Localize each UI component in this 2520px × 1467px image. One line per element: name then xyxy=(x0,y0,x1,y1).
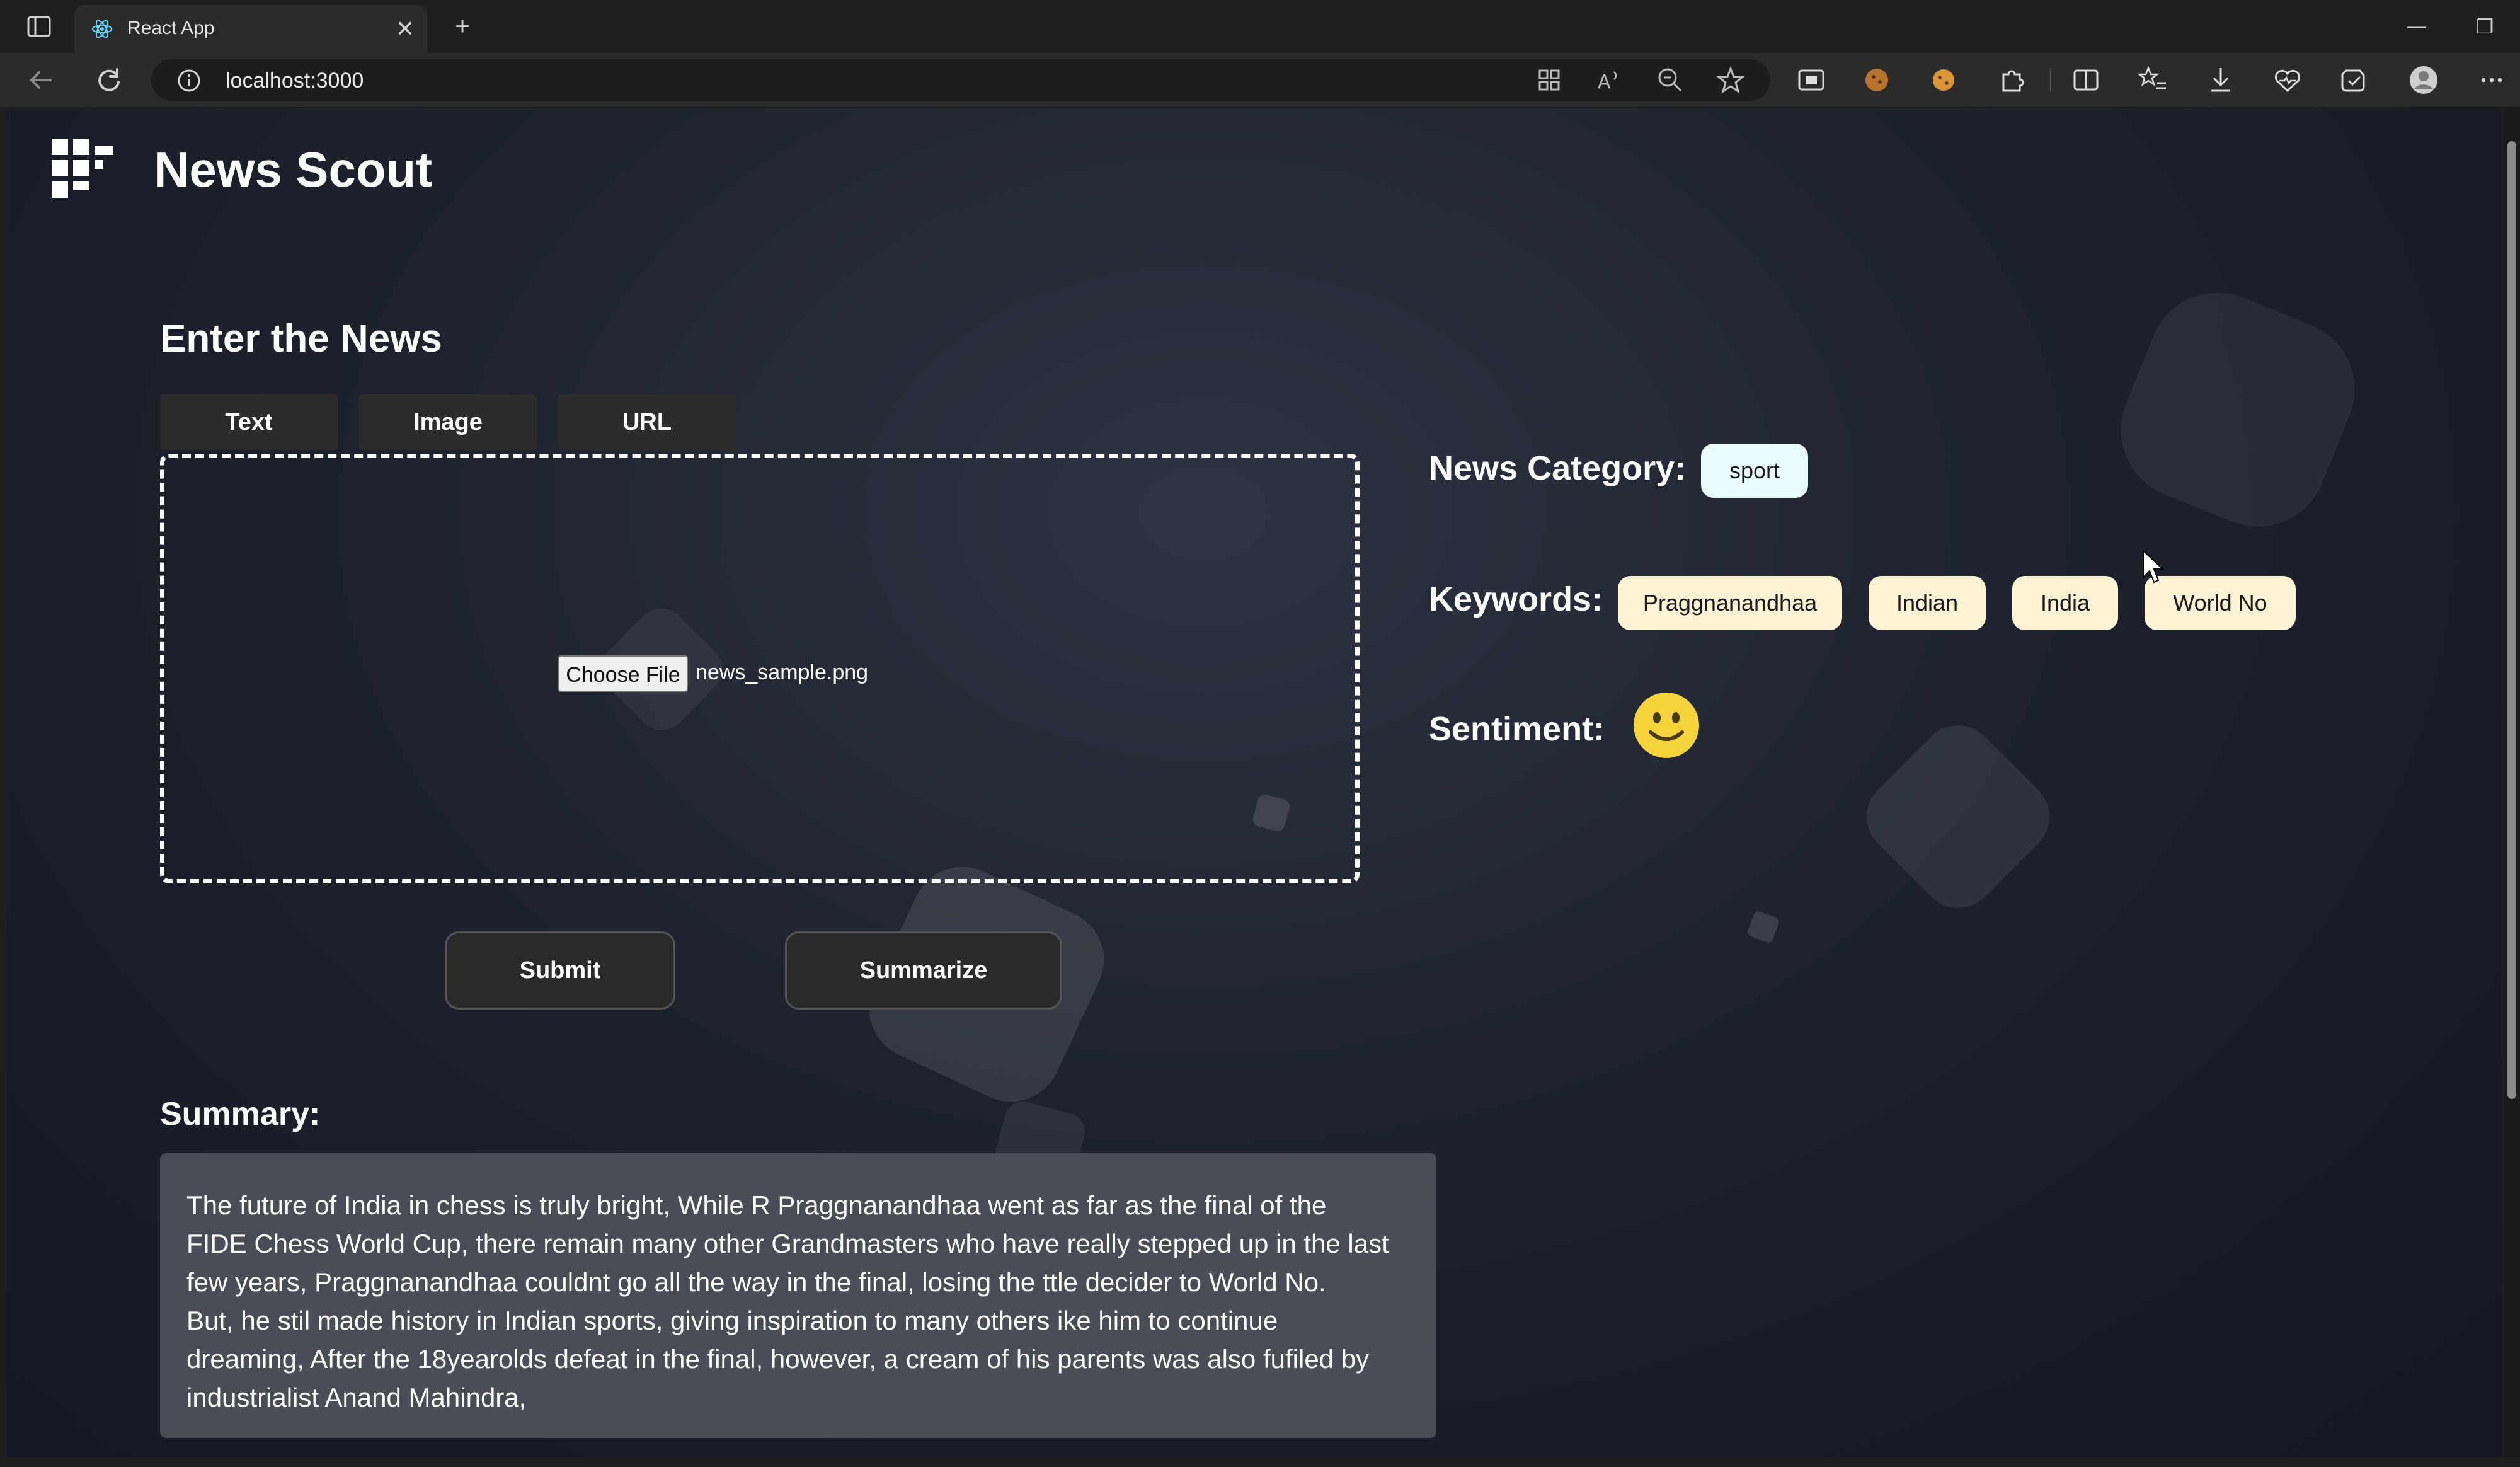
summary-line: few years, Praggnanandhaa couldnt go all… xyxy=(186,1267,1326,1297)
summary-line: But, he stil made history in Indian spor… xyxy=(186,1306,1278,1335)
favorite-star-icon[interactable] xyxy=(1716,66,1745,95)
news-category-label: News Category: xyxy=(1429,449,1687,487)
react-logo-icon xyxy=(92,20,112,38)
app-install-icon[interactable] xyxy=(1535,66,1564,95)
new-tab-button[interactable]: + xyxy=(444,8,481,45)
decorative-shape xyxy=(2100,272,2376,548)
summarize-button[interactable]: Summarize xyxy=(785,931,1062,1010)
enter-news-heading: Enter the News xyxy=(160,317,442,360)
browser-tab-react-app[interactable]: React App ✕ xyxy=(74,5,427,53)
summary-line: FIDE Chess World Cup, there remain many … xyxy=(186,1229,1389,1258)
tab-image[interactable]: Image xyxy=(359,394,537,450)
extensions-puzzle-icon[interactable] xyxy=(1996,64,2027,96)
choose-file-button[interactable]: Choose File xyxy=(558,655,688,692)
minimize-window-button[interactable]: — xyxy=(2398,8,2436,45)
submit-button[interactable]: Submit xyxy=(445,931,675,1010)
site-info-icon[interactable] xyxy=(176,68,202,93)
mouse-cursor-icon xyxy=(2143,549,2165,584)
close-tab-icon[interactable]: ✕ xyxy=(396,14,415,44)
read-aloud-icon[interactable]: A xyxy=(1595,66,1624,95)
tab-title: React App xyxy=(127,18,215,38)
split-screen-icon[interactable] xyxy=(2070,64,2102,96)
summary-line: The future of India in chess is truly br… xyxy=(186,1190,1327,1220)
downloads-icon[interactable] xyxy=(2205,64,2236,96)
extension-cookie-icon[interactable] xyxy=(1861,64,1893,96)
address-url: localhost:3000 xyxy=(226,69,364,93)
summary-box: The future of India in chess is truly br… xyxy=(160,1153,1436,1438)
scrollbar-thumb[interactable] xyxy=(2507,141,2516,1099)
zoom-out-icon[interactable] xyxy=(1656,66,1685,95)
svg-text:A: A xyxy=(1598,71,1611,93)
keywords-label: Keywords: xyxy=(1429,580,1603,618)
reload-icon[interactable] xyxy=(93,64,125,96)
sentiment-label: Sentiment: xyxy=(1429,710,1605,748)
page-scrollbar[interactable] xyxy=(2504,108,2520,1457)
extension-cookie-editor-icon[interactable] xyxy=(1928,64,1959,96)
keyword-chip: Indian xyxy=(1869,576,1986,630)
category-badge: sport xyxy=(1701,444,1808,498)
more-menu-icon[interactable] xyxy=(2476,64,2507,96)
app-title: News Scout xyxy=(154,142,433,197)
favorites-list-icon[interactable] xyxy=(2137,64,2168,96)
toolbar-divider xyxy=(2050,68,2051,92)
decorative-shape xyxy=(1746,910,1780,944)
decorative-shape xyxy=(1851,710,2065,924)
keyword-chip: India xyxy=(2012,576,2118,630)
page-viewport: News Scout Enter the News Text Image URL… xyxy=(6,108,2502,1457)
profile-avatar-icon[interactable] xyxy=(2408,64,2439,96)
summary-line: industrialist Anand Mahindra, xyxy=(186,1383,527,1412)
smiley-face-icon xyxy=(1634,693,1699,758)
tab-url[interactable]: URL xyxy=(558,394,736,450)
copilot-icon[interactable] xyxy=(2339,64,2370,96)
browser-title-bar: React App ✕ + — ❐ xyxy=(0,0,2520,53)
extension-screen-icon[interactable] xyxy=(1796,64,1827,96)
restore-window-button[interactable]: ❐ xyxy=(2466,8,2504,45)
app-logo-icon xyxy=(52,139,113,198)
keyword-chip: World No xyxy=(2145,576,2296,630)
keyword-chip: Praggnanandhaa xyxy=(1618,576,1842,630)
tab-text[interactable]: Text xyxy=(160,394,338,450)
browser-toolbar: localhost:3000 A xyxy=(0,53,2520,108)
back-arrow-icon[interactable] xyxy=(25,64,57,96)
selected-file-name: news_sample.png xyxy=(696,660,869,684)
address-bar[interactable]: localhost:3000 A xyxy=(151,59,1770,101)
summary-heading: Summary: xyxy=(160,1096,321,1132)
browser-essentials-icon[interactable] xyxy=(2272,64,2303,96)
sidebar-toggle-icon[interactable] xyxy=(26,14,52,39)
summary-line: dreaming, After the 18yearolds defeat in… xyxy=(186,1344,1370,1374)
